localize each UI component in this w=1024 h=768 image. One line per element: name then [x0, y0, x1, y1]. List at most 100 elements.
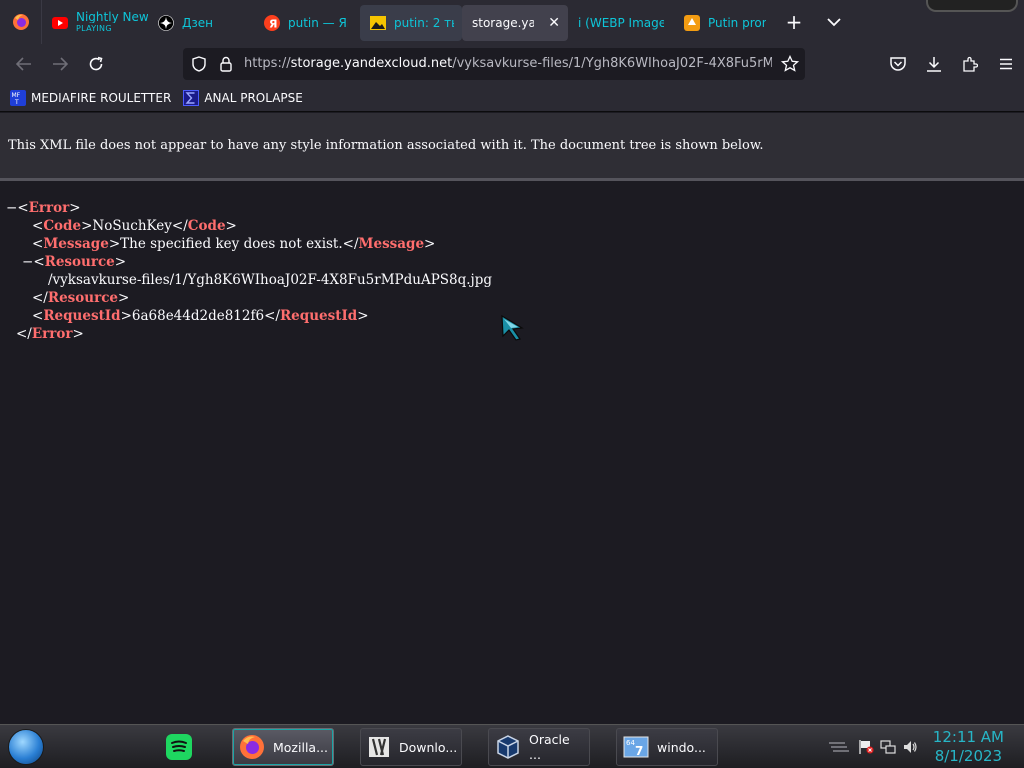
error-tag: Error	[31, 326, 73, 342]
tag-bracket: >	[81, 218, 93, 234]
pocket-icon	[890, 57, 906, 71]
system-tray: 12:11 AM 8/1/2023	[814, 725, 1024, 768]
clock-date: 8/1/2023	[934, 747, 1003, 765]
url-path: /vyksavkurse-files/1/Ygh8K6WIhoaJ02F-4X8…	[452, 56, 772, 71]
tag-bracket: <	[32, 218, 44, 234]
bookmark-mediafire-rouletter[interactable]: MF T MEDIAFIRE ROULETTER	[10, 89, 172, 106]
xml-requestid-line: <RequestId>6a68e44d2de812f6</RequestId>	[32, 307, 369, 325]
tag-bracket: >	[69, 200, 81, 216]
tab-nightly-news[interactable]: Nightly News PLAYING	[42, 5, 148, 41]
requestid-value: 6a68e44d2de812f6	[131, 308, 265, 324]
resource-tag: Resource	[44, 254, 115, 270]
orange-favicon-icon	[684, 15, 700, 31]
message-tag: Message	[358, 236, 425, 252]
xml-notice-text: This XML file does not appear to have an…	[8, 138, 764, 153]
taskbar-downloads-app[interactable]: Downlo...	[360, 728, 462, 766]
error-tag: Error	[28, 200, 70, 216]
padlock-icon[interactable]	[219, 56, 233, 76]
new-tab-button[interactable]: +	[774, 0, 814, 44]
tab-title: putin — Яндекс	[288, 16, 348, 30]
bookmark-label: ANAL PROLAPSE	[204, 90, 303, 105]
windows7-icon: 64 7	[623, 734, 649, 760]
xml-resource-value: /vyksavkurse-files/1/Ygh8K6WIhoaJ02F-4X8…	[48, 271, 492, 289]
reload-icon	[89, 56, 103, 71]
tab-yandex-search[interactable]: Я putin — Яндекс	[254, 5, 360, 41]
downloads-button[interactable]	[916, 48, 952, 80]
taskbar-firefox[interactable]: Mozilla...	[232, 728, 334, 766]
forward-button[interactable]	[42, 48, 78, 80]
requestid-tag: RequestId	[43, 308, 121, 324]
tab-putin-promo[interactable]: Putin promo	[674, 5, 774, 41]
hamburger-menu-icon	[1000, 58, 1012, 70]
download-icon	[927, 57, 941, 72]
code-tag: Code	[187, 218, 226, 234]
svg-text:Я: Я	[269, 18, 277, 31]
taskbar-windows7[interactable]: 64 7 windo...	[616, 728, 718, 766]
tag-bracket: <	[33, 254, 45, 270]
sigma-icon	[183, 89, 200, 106]
xml-error-open: −<Error>	[6, 199, 81, 217]
reload-button[interactable]	[78, 48, 114, 80]
tab-putin-images[interactable]: putin: 2 тыс	[360, 5, 462, 41]
collapse-toggle[interactable]: −	[22, 254, 33, 270]
dzen-icon	[158, 15, 174, 31]
pocket-button[interactable]	[880, 48, 916, 80]
show-hidden-icons[interactable]	[826, 739, 850, 755]
url-bar[interactable]: https://storage.yandexcloud.net/vyksavku…	[183, 48, 805, 80]
tab-title: Putin promo	[708, 16, 766, 30]
tab-title: Nightly News	[76, 11, 148, 23]
firefox-view-button[interactable]	[0, 0, 42, 44]
xml-code-line: <Code>NoSuchKey</Code>	[32, 217, 237, 235]
taskbar: Mozilla... Downlo... Oracle ... 64 7 wind…	[0, 724, 1024, 768]
tag-bracket: >	[118, 290, 130, 306]
code-tag: Code	[43, 218, 82, 234]
bookmark-sigma[interactable]: ANAL PROLAPSE	[183, 89, 303, 106]
url-text[interactable]: https://storage.yandexcloud.net/vyksavku…	[244, 48, 772, 80]
youtube-icon	[52, 15, 68, 31]
resource-tag: Resource	[47, 290, 119, 306]
xml-style-notice: This XML file does not appear to have an…	[0, 113, 1024, 181]
plus-icon: +	[785, 10, 803, 34]
xml-message-line: <Message>The specified key does not exis…	[32, 235, 435, 253]
network-icon[interactable]	[880, 739, 896, 755]
taskbar-item-label: Downlo...	[399, 739, 458, 755]
tab-storage-yandexcloud[interactable]: storage.yandexcloud.net ✕	[462, 5, 568, 41]
download-app-icon	[367, 734, 391, 760]
taskbar-virtualbox[interactable]: Oracle ...	[488, 728, 590, 766]
list-all-tabs-button[interactable]	[814, 0, 854, 44]
tag-bracket: >	[357, 308, 369, 324]
collapse-toggle[interactable]: −	[6, 200, 17, 216]
extensions-button[interactable]	[952, 48, 988, 80]
tag-bracket: </	[16, 326, 32, 342]
app-menu-button[interactable]	[988, 48, 1024, 80]
firefox-icon	[12, 14, 29, 30]
tag-bracket: </	[171, 218, 188, 234]
close-icon[interactable]: ✕	[548, 15, 560, 31]
bookmark-star-icon[interactable]	[780, 54, 800, 77]
volume-icon[interactable]	[902, 739, 918, 755]
tab-title: i (WEBP Image	[578, 16, 664, 30]
message-value: The specified key does not exist.	[120, 236, 343, 252]
back-button[interactable]	[6, 48, 42, 80]
bookmark-label: MEDIAFIRE ROULETTER	[31, 90, 172, 105]
start-button[interactable]	[8, 729, 44, 765]
tracking-protection-shield-icon[interactable]	[191, 56, 207, 76]
taskbar-pinned-spotify[interactable]	[160, 728, 200, 766]
tab-webp-image[interactable]: i (WEBP Image	[568, 5, 674, 41]
bookmarks-toolbar: MF T MEDIAFIRE ROULETTER ANAL PROLAPSE	[0, 84, 1024, 112]
system-clock[interactable]: 12:11 AM 8/1/2023	[933, 728, 1004, 766]
spotify-icon	[166, 734, 192, 760]
tag-bracket: </	[264, 308, 280, 324]
url-scheme: https://	[244, 56, 291, 71]
tab-dzen[interactable]: Дзен	[148, 5, 254, 41]
image-icon	[370, 15, 386, 31]
resource-value: /vyksavkurse-files/1/Ygh8K6WIhoaJ02F-4X8…	[48, 272, 493, 288]
arrow-right-icon	[53, 57, 68, 71]
flag-icon[interactable]	[858, 739, 874, 755]
puzzle-icon	[963, 56, 978, 72]
taskbar-item-label: windo...	[657, 739, 706, 755]
tag-bracket: >	[114, 254, 127, 270]
tag-bracket: >	[120, 308, 132, 324]
taskbar-item-label: Mozilla...	[273, 739, 328, 755]
svg-text:MF: MF	[12, 92, 21, 99]
